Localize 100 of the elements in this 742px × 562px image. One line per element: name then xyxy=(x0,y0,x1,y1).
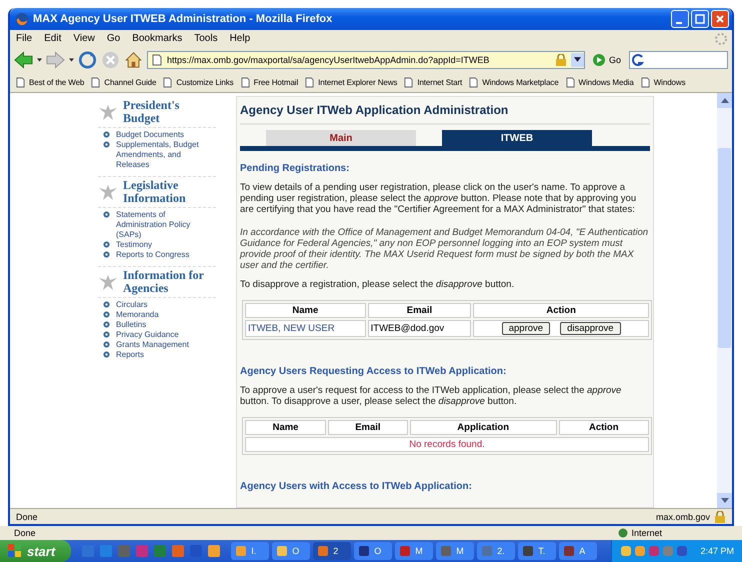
app-icon xyxy=(399,545,412,557)
bookmark-link[interactable]: Best of the Web xyxy=(16,76,84,88)
sidebar-link[interactable]: Privacy Guidance xyxy=(116,330,179,340)
bookmark-link[interactable]: Free Hotmail xyxy=(240,76,298,88)
scroll-up-arrow-icon[interactable] xyxy=(720,98,728,103)
tray-icon[interactable] xyxy=(620,545,632,557)
quick-launch-icon[interactable] xyxy=(207,544,222,558)
taskbar-button[interactable]: A xyxy=(559,542,598,560)
menu-item[interactable]: Help xyxy=(230,33,250,44)
sidebar-link[interactable]: Circulars xyxy=(116,300,148,310)
table-cell: ITWEB@dod.gov xyxy=(368,320,472,337)
quick-launch-icon[interactable] xyxy=(171,544,186,558)
page-icon xyxy=(240,76,250,88)
window-title: MAX Agency User ITWEB Administration - Mozilla Firefox xyxy=(33,13,334,25)
menu-item[interactable]: Tools xyxy=(194,33,218,44)
tray-icon[interactable] xyxy=(634,545,646,557)
menu-item[interactable]: View xyxy=(73,33,95,44)
section-heading: Pending Registrations: xyxy=(240,163,350,174)
zone-label: Internet xyxy=(631,528,662,538)
bookmark-link[interactable]: Windows Marketplace xyxy=(469,76,559,88)
dropdown-caret-icon[interactable] xyxy=(69,58,74,62)
page-heading: Agency User ITWeb Application Administration xyxy=(240,101,650,125)
status-domain: max.omb.gov xyxy=(656,512,710,522)
reload-icon[interactable] xyxy=(78,50,97,68)
tray-icon[interactable] xyxy=(648,545,660,557)
bullet-icon xyxy=(103,241,110,248)
menu-item[interactable]: File xyxy=(16,33,32,44)
clock: 2:47 PM xyxy=(700,546,734,556)
sidebar-link[interactable]: Statements of Administration Policy (SAPs) xyxy=(116,210,216,240)
taskbar-button[interactable]: O xyxy=(272,542,310,560)
minimize-button[interactable] xyxy=(671,10,689,28)
page-icon xyxy=(640,76,650,88)
close-button[interactable] xyxy=(711,10,729,28)
app-icon xyxy=(358,545,370,557)
quick-launch-icon[interactable] xyxy=(81,544,96,558)
taskbar-button[interactable]: M xyxy=(395,542,434,560)
page-icon xyxy=(163,76,172,88)
scrollbar[interactable] xyxy=(717,93,732,508)
page-icon xyxy=(404,76,414,88)
app-icon xyxy=(440,545,452,557)
sidebar-link[interactable]: Supplementals, Budget Amendments, and Releases xyxy=(116,140,216,170)
taskbar-button[interactable]: I. xyxy=(231,542,270,560)
caret-icon xyxy=(574,57,581,62)
bookmark-link[interactable]: Windows Media xyxy=(566,76,634,88)
app-icon xyxy=(522,545,534,557)
sidebar-link[interactable]: Grants Management xyxy=(116,340,189,350)
bullet-icon xyxy=(103,341,110,348)
back-arrow-icon[interactable] xyxy=(14,50,33,68)
bookmark-link[interactable]: Windows xyxy=(640,76,686,88)
tab[interactable]: Main xyxy=(266,130,416,146)
approve-button[interactable]: approve xyxy=(502,322,550,335)
sidebar-link[interactable]: Bulletins xyxy=(116,320,146,330)
maximize-button[interactable] xyxy=(691,10,709,28)
quote-paragraph: In accordance with the Office of Management and Budget Memorandum 04-04, "E Authentication Guidance for Federal Agencies," any non EOP personnel logging into an EOP system must provide proof of their identity. The MAX Userid Request form must be signed by both the MAX user and the certifier. xyxy=(240,227,650,271)
taskbar-button[interactable]: 2. xyxy=(477,542,516,560)
tray-icon[interactable] xyxy=(676,545,688,557)
bookmark-link[interactable]: Channel Guide xyxy=(91,76,156,88)
taskbar-button[interactable]: M xyxy=(436,542,474,560)
column-header: Email xyxy=(368,303,472,318)
bullet-icon xyxy=(103,211,110,218)
quick-launch-icon[interactable] xyxy=(135,544,150,558)
dropdown-caret-icon[interactable] xyxy=(37,58,42,62)
quick-launch-icon[interactable] xyxy=(153,544,168,558)
search-field[interactable] xyxy=(629,50,728,68)
disapprove-button[interactable]: disapprove xyxy=(560,322,621,335)
taskbar-button[interactable]: 2 xyxy=(313,542,352,560)
quick-launch-icon[interactable] xyxy=(99,544,114,558)
minimize-icon xyxy=(676,22,682,24)
menu-item[interactable]: Bookmarks xyxy=(132,33,182,44)
start-button[interactable]: start xyxy=(0,540,72,562)
sidebar-link[interactable]: Memoranda xyxy=(116,310,159,320)
go-button[interactable]: Go xyxy=(588,54,625,66)
sidebar-heading[interactable]: President's Budget xyxy=(123,99,216,125)
home-icon[interactable] xyxy=(124,50,143,68)
user-name-link[interactable]: ITWEB, NEW USER xyxy=(245,320,366,337)
sidebar-heading[interactable]: Legislative Information xyxy=(123,179,216,205)
taskbar-button[interactable]: O xyxy=(354,542,392,560)
bookmark-link[interactable]: Customize Links xyxy=(163,76,234,88)
scroll-down-arrow-icon[interactable] xyxy=(720,498,728,503)
search-engine-icon xyxy=(632,54,644,66)
column-header: Name xyxy=(245,303,366,318)
dropdown-button[interactable] xyxy=(570,52,584,66)
status-text: Done xyxy=(16,512,38,522)
sidebar-link[interactable]: Reports to Congress xyxy=(116,250,190,260)
sidebar-heading[interactable]: Information for Agencies xyxy=(123,269,216,295)
bookmark-link[interactable]: Internet Start xyxy=(404,76,462,88)
menu-item[interactable]: Go xyxy=(106,33,120,44)
bullet-icon xyxy=(103,321,110,328)
tab[interactable]: ITWEB xyxy=(442,130,592,146)
column-header: Name xyxy=(245,420,326,435)
sidebar-link[interactable]: Testimony xyxy=(116,240,152,250)
menu-item[interactable]: Edit xyxy=(44,33,62,44)
paragraph: To approve a user's request for access to the ITWeb application, please select the approve button. To disapprove a user, please select the disapprove button. xyxy=(240,385,622,407)
address-field[interactable]: https://max.omb.gov/maxportal/sa/agencyUserItwebAppAdmin.do?appId=ITWEB xyxy=(147,50,585,68)
taskbar-button[interactable]: T. xyxy=(518,542,556,560)
sidebar-link[interactable]: Reports xyxy=(116,350,144,360)
bullet-icon xyxy=(103,251,110,258)
sidebar-link[interactable]: Budget Documents xyxy=(116,130,184,140)
bookmark-link[interactable]: Internet Explorer News xyxy=(305,76,398,88)
globe-icon xyxy=(618,528,628,538)
